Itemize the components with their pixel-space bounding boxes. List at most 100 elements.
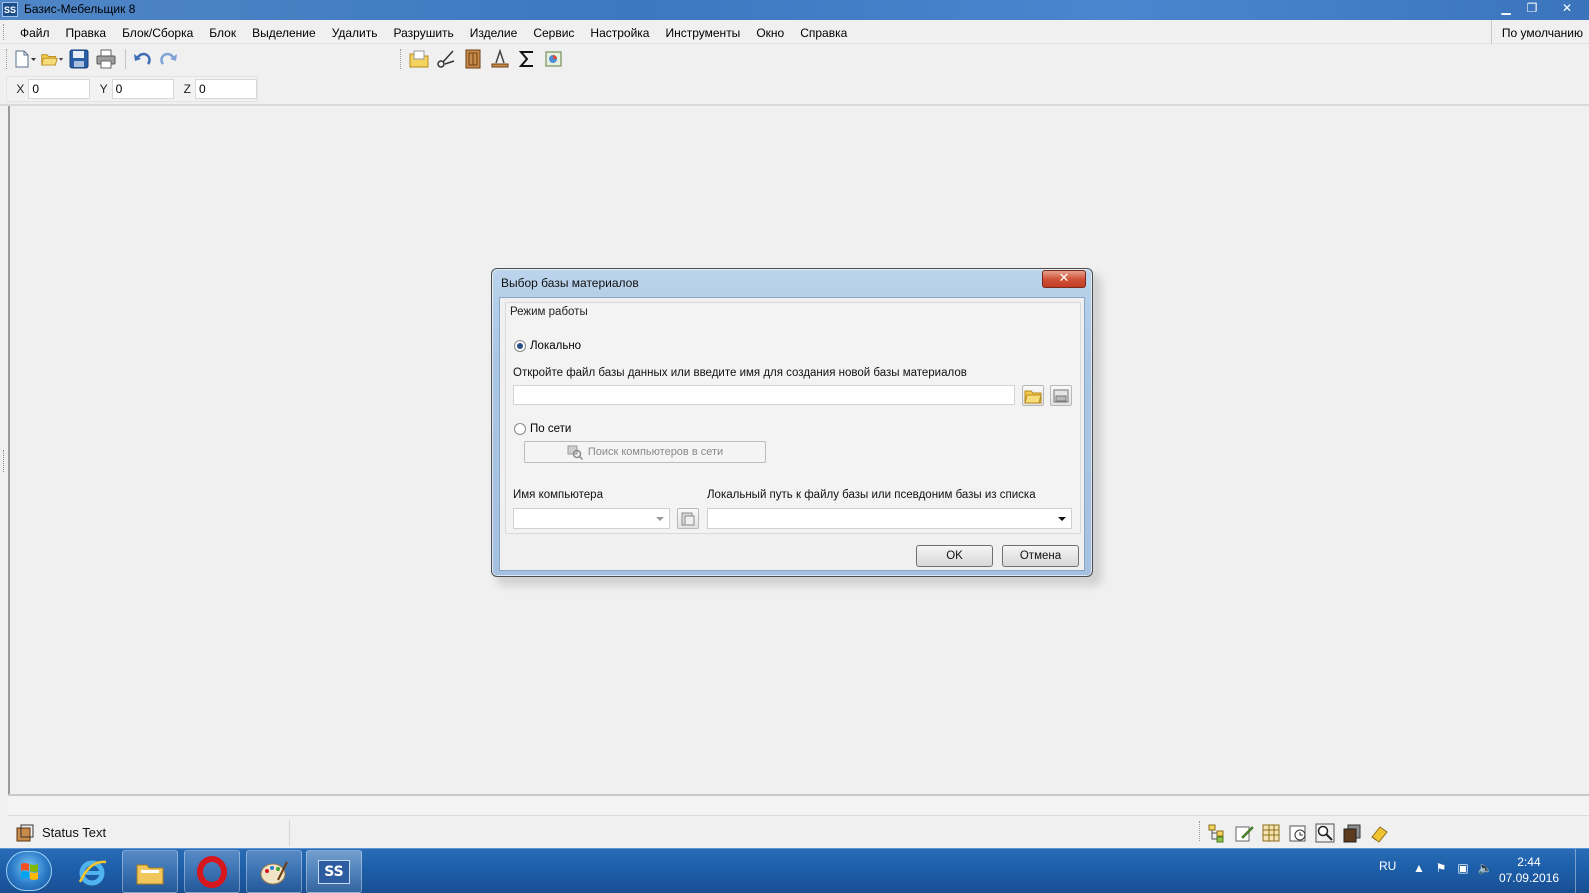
computer-name-label: Имя компьютера bbox=[513, 489, 603, 501]
clock[interactable]: 2:44 07.09.2016 bbox=[1499, 854, 1559, 886]
minimize-button[interactable]: ▁ bbox=[1493, 0, 1519, 18]
eraser-button[interactable] bbox=[1368, 821, 1390, 845]
clock-view-button[interactable] bbox=[1287, 821, 1309, 845]
x-coordinate-input[interactable] bbox=[28, 79, 91, 99]
menu-grip[interactable] bbox=[3, 24, 6, 40]
tree-view-button[interactable] bbox=[1206, 821, 1228, 845]
left-panel-grip[interactable] bbox=[3, 450, 6, 472]
local-radio[interactable] bbox=[514, 340, 526, 352]
zoom-button[interactable] bbox=[1314, 821, 1336, 845]
work-mode-group: Режим работы Локально Откройте файл базы… bbox=[505, 302, 1081, 534]
calculation-button[interactable] bbox=[515, 47, 539, 71]
opera-icon bbox=[197, 855, 227, 888]
open-file-button[interactable] bbox=[40, 47, 64, 71]
panel-button[interactable] bbox=[461, 47, 485, 71]
undo-button[interactable] bbox=[130, 47, 154, 71]
title-bar[interactable]: SS Базис-Мебельщик 8 ▁ ❐ ✕ bbox=[0, 0, 1589, 20]
local-radio-row[interactable]: Локально bbox=[514, 340, 581, 352]
internet-explorer-icon bbox=[78, 860, 107, 885]
new-file-button[interactable] bbox=[13, 47, 37, 71]
ok-button[interactable]: OK bbox=[916, 545, 993, 567]
materials-db-dialog: Выбор базы материалов ✕ Режим работы Лок… bbox=[491, 268, 1093, 577]
network-radio[interactable] bbox=[514, 423, 526, 435]
action-center-icon[interactable]: ⚑ bbox=[1433, 861, 1449, 877]
menu-settings[interactable]: Настройка bbox=[582, 20, 657, 44]
windows-taskbar: SS RU ▲ ⚑ ▣ 🔈 2:44 07.09.2016 bbox=[0, 848, 1589, 893]
work-mode-title: Режим работы bbox=[510, 306, 588, 318]
network-icon[interactable]: ▣ bbox=[1455, 861, 1471, 877]
menu-block[interactable]: Блок bbox=[201, 20, 244, 44]
y-coordinate-input[interactable] bbox=[111, 79, 174, 99]
coordinates-bar: X Y Z bbox=[6, 76, 258, 102]
show-desktop-button[interactable] bbox=[1575, 849, 1589, 893]
menu-help[interactable]: Справка bbox=[792, 20, 855, 44]
z-coordinate-input[interactable] bbox=[194, 79, 257, 99]
status-toolbar-grip[interactable] bbox=[1199, 821, 1202, 841]
local-path-combo[interactable] bbox=[707, 508, 1072, 529]
search-network-icon bbox=[567, 445, 583, 460]
copy-button[interactable] bbox=[1341, 821, 1363, 845]
menu-edit[interactable]: Правка bbox=[58, 20, 115, 44]
local-radio-label: Локально bbox=[530, 340, 582, 352]
taskbar-opera[interactable] bbox=[184, 850, 240, 893]
menu-product[interactable]: Изделие bbox=[462, 20, 526, 44]
taskbar-explorer[interactable] bbox=[122, 850, 178, 893]
materials-db-button[interactable] bbox=[407, 47, 431, 71]
new-file-icon bbox=[15, 50, 36, 68]
print-button[interactable] bbox=[94, 47, 118, 71]
save-button[interactable] bbox=[67, 47, 91, 71]
cancel-button[interactable]: Отмена bbox=[1002, 545, 1079, 567]
taskbar-paint[interactable] bbox=[246, 850, 302, 893]
menu-bar: Файл Правка Блок/Сборка Блок Выделение У… bbox=[0, 20, 1589, 46]
open-folder-icon bbox=[41, 54, 64, 66]
menu-selection[interactable]: Выделение bbox=[244, 20, 324, 44]
status-bar: Status Text bbox=[0, 818, 1589, 848]
printer-icon bbox=[96, 49, 116, 69]
profile-selector[interactable]: По умолчанию bbox=[1490, 20, 1583, 46]
folder-materials-icon bbox=[409, 50, 429, 68]
menu-window[interactable]: Окно bbox=[748, 20, 792, 44]
create-database-button[interactable] bbox=[1050, 385, 1072, 406]
cutting-button[interactable] bbox=[434, 47, 458, 71]
search-computers-button[interactable]: Поиск компьютеров в сети bbox=[524, 441, 766, 463]
volume-icon[interactable]: 🔈 bbox=[1477, 861, 1493, 877]
menu-tools[interactable]: Инструменты bbox=[657, 20, 748, 44]
computer-name-combo[interactable] bbox=[513, 508, 670, 529]
local-path-label: Локальный путь к файлу базы или псевдони… bbox=[707, 489, 1036, 501]
select-computer-button[interactable] bbox=[677, 508, 699, 529]
eraser-icon bbox=[1371, 826, 1388, 843]
close-window-button[interactable]: ✕ bbox=[1545, 0, 1589, 18]
window-title: Базис-Мебельщик 8 bbox=[24, 2, 136, 16]
menu-file[interactable]: Файл bbox=[12, 20, 58, 44]
taskbar-ie[interactable] bbox=[64, 850, 120, 893]
redo-button[interactable] bbox=[157, 47, 181, 71]
menu-block-assembly[interactable]: Блок/Сборка bbox=[114, 20, 201, 44]
taskbar-bazis[interactable]: SS bbox=[306, 850, 362, 893]
browse-folder-button[interactable] bbox=[1022, 385, 1044, 406]
toolbar-grip-2[interactable] bbox=[400, 49, 403, 69]
status-icon bbox=[16, 824, 34, 842]
menu-service[interactable]: Сервис bbox=[525, 20, 582, 44]
calendar-clock-icon bbox=[1289, 825, 1306, 842]
language-indicator[interactable]: RU bbox=[1379, 859, 1396, 873]
database-file-input[interactable] bbox=[513, 385, 1015, 405]
restore-button[interactable]: ❐ bbox=[1519, 0, 1545, 18]
dialog-close-button[interactable]: ✕ bbox=[1042, 270, 1086, 288]
x-label: X bbox=[16, 82, 25, 96]
drawing-button[interactable] bbox=[488, 47, 512, 71]
tree-icon bbox=[1208, 824, 1224, 843]
copy-pages-icon bbox=[1343, 824, 1361, 843]
start-button[interactable] bbox=[6, 851, 52, 891]
edit-properties-button[interactable] bbox=[1233, 821, 1255, 845]
menu-delete[interactable]: Удалить bbox=[324, 20, 386, 44]
show-hidden-icons-icon[interactable]: ▲ bbox=[1411, 861, 1427, 877]
file-explorer-icon bbox=[136, 864, 164, 884]
report-button[interactable] bbox=[542, 47, 566, 71]
toolbar-separator bbox=[125, 49, 126, 69]
grid-view-button[interactable] bbox=[1260, 821, 1282, 845]
open-folder-icon bbox=[1024, 390, 1042, 403]
toolbar-grip[interactable] bbox=[6, 49, 9, 69]
network-radio-row[interactable]: По сети bbox=[514, 423, 571, 435]
menu-destroy[interactable]: Разрушить bbox=[386, 20, 462, 44]
bazis-app-icon: SS bbox=[318, 859, 350, 884]
